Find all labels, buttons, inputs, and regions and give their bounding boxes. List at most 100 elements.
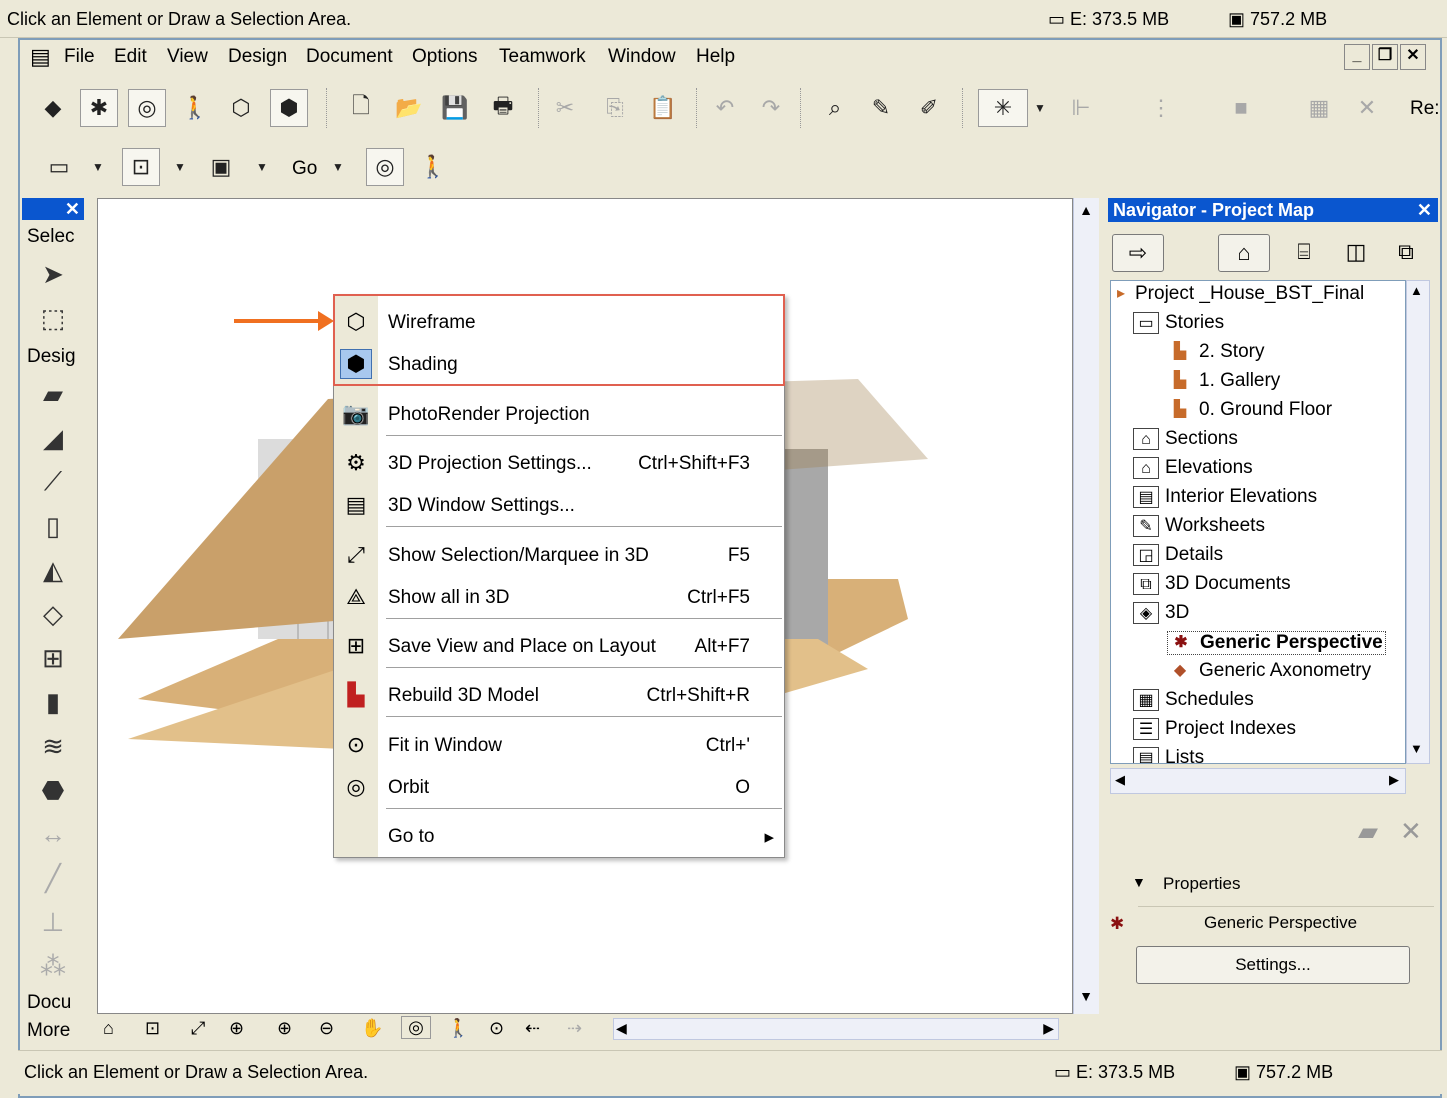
app-document-icon[interactable]: ▤ [30,44,51,70]
tree-item-story-1[interactable]: ▙ 1. Gallery [1167,370,1280,392]
toolbox-close-button[interactable]: ✕ [22,198,84,220]
scroll-down-icon[interactable]: ▼ [1076,988,1096,1004]
tree-item-elevations[interactable]: ⌂ Elevations [1133,457,1253,479]
tree-item-schedules[interactable]: ▦ Schedules [1133,689,1254,711]
tree-item-3d[interactable]: ◈ 3D [1133,602,1189,624]
marquee-options-icon[interactable]: ✳ [978,89,1028,127]
tree-item-3d-documents[interactable]: ⧉ 3D Documents [1133,573,1291,595]
menu-item-photorender[interactable]: 📷 PhotoRender Projection [334,393,784,435]
menu-edit[interactable]: Edit [114,46,147,68]
walk-icon[interactable]: 🚶 [414,148,452,186]
delete-view-icon[interactable]: ✕ [1400,816,1422,847]
close-window-button[interactable]: ✕ [1400,44,1426,70]
level-dimension-icon[interactable]: ⊥ [28,902,78,942]
object-tool-icon[interactable]: ⬣ [28,770,78,810]
chevron-down-icon[interactable]: ▼ [252,148,272,186]
go-dropdown[interactable]: Go [292,158,317,180]
align-icon[interactable]: ⊩ [1062,89,1100,127]
layer-icon[interactable]: ▦ [1300,89,1338,127]
tree-vertical-scrollbar[interactable]: ▲ ▼ [1406,280,1430,764]
wall-tool-icon[interactable]: ▰ [28,374,78,414]
walk-icon[interactable]: 🚶 [176,89,214,127]
tree-item-project[interactable]: ▸ Project _House_BST_Final [1113,283,1364,305]
save-icon[interactable]: 💾 [436,89,474,127]
arrow-tool-icon[interactable]: ➤ [28,254,78,294]
menu-design[interactable]: Design [228,46,287,68]
zoom-in-icon[interactable]: ⊕ [277,1018,292,1039]
chevron-down-icon[interactable]: ▼ [1030,89,1050,127]
tree-horizontal-scrollbar[interactable]: ◀ ▶ [1110,768,1406,794]
tree-item-worksheets[interactable]: ✎ Worksheets [1133,515,1265,537]
restore-button[interactable]: ❐ [1372,44,1398,70]
menu-file[interactable]: File [64,46,95,68]
scroll-up-icon[interactable]: ▲ [1076,202,1096,218]
figure-tool-icon[interactable]: ⁂ [28,946,78,986]
scroll-left-icon[interactable]: ◀ [1115,772,1125,788]
orbit-icon[interactable]: ◎ [366,148,404,186]
menu-item-go-to[interactable]: Go to ▸ [334,815,784,857]
zoom-out-icon[interactable]: ⊖ [319,1018,334,1039]
zoom-plus-minus-icon[interactable]: ⊕ [229,1018,244,1039]
menu-item-show-selection[interactable]: ⤢ Show Selection/Marquee in 3D F5 [334,534,784,576]
eyedropper-icon[interactable]: ✎ [862,89,900,127]
beam-tool-icon[interactable]: ⟋ [28,462,78,502]
mesh-tool-icon[interactable]: ◇ [28,594,78,634]
slab-tool-icon[interactable]: ◢ [28,418,78,458]
menu-item-fit-in-window[interactable]: ⊙ Fit in Window Ctrl+' [334,724,784,766]
dimension-tool-icon[interactable]: ↔ [28,814,78,854]
new-view-icon[interactable]: ▰ [1358,816,1378,847]
chevron-down-icon[interactable]: ▼ [328,148,348,186]
scroll-down-icon[interactable]: ▼ [1410,741,1423,756]
paste-icon[interactable]: 📋 [644,89,682,127]
menu-document[interactable]: Document [306,46,393,68]
menu-options[interactable]: Options [412,46,477,68]
orbit-icon[interactable]: ◎ [128,89,166,127]
zoom-window-icon[interactable]: ⊡ [145,1018,160,1039]
distribute-icon[interactable]: ⋮ [1142,89,1180,127]
pan-icon[interactable]: ✋ [361,1018,383,1039]
layout-book-icon[interactable]: ◫ [1336,234,1376,272]
copy-icon[interactable]: ⎘ [596,89,634,127]
layout-icon[interactable]: ▣ [202,148,240,186]
wireframe-toggle-icon[interactable]: ⬡ [222,89,260,127]
redo-icon[interactable]: ↷ [752,89,790,127]
menu-item-rebuild-3d[interactable]: ▙ Rebuild 3D Model Ctrl+Shift+R [334,674,784,716]
door-tool-icon[interactable]: ▮ [28,682,78,722]
line-tool-icon[interactable]: ╱ [28,858,78,898]
group-icon[interactable]: ■ [1222,89,1260,127]
roof-tool-icon[interactable]: ◭ [28,550,78,590]
next-zoom-icon[interactable]: ⇢ [567,1018,582,1039]
menu-item-save-view[interactable]: ⊞ Save View and Place on Layout Alt+F7 [334,625,784,667]
new-file-icon[interactable]: 🗋 [342,89,380,127]
project-map-icon[interactable]: ⌂ [1218,234,1270,272]
publisher-sets-icon[interactable]: ⧉ [1386,234,1426,272]
horizontal-scrollbar[interactable]: ◀ ▶ [613,1018,1059,1040]
tree-item-stories[interactable]: ▭ Stories [1133,312,1224,334]
menu-item-show-all[interactable]: ⟁ Show all in 3D Ctrl+F5 [334,576,784,618]
menu-item-3d-window-settings[interactable]: ▤ 3D Window Settings... [334,484,784,526]
cut-icon[interactable]: ✂ [546,89,584,127]
syringe-icon[interactable]: ✐ [910,89,948,127]
scroll-up-icon[interactable]: ▲ [1410,283,1423,298]
scroll-left-icon[interactable]: ◀ [616,1020,627,1037]
find-select-icon[interactable]: ⌕ [816,89,854,127]
menu-teamwork[interactable]: Teamwork [499,46,586,68]
minimize-button[interactable]: _ [1344,44,1370,70]
window-tool-icon[interactable]: ⊞ [28,638,78,678]
menu-window[interactable]: Window [608,46,676,68]
tree-item-generic-axonometry[interactable]: ◆ Generic Axonometry [1167,660,1371,682]
fit-icon[interactable]: ⤢ [191,1018,205,1039]
3d-window-icon[interactable]: ⊡ [122,148,160,186]
toolbox-more-label[interactable]: More [27,1020,70,1042]
tree-item-project-indexes[interactable]: ☰ Project Indexes [1133,718,1296,740]
previous-zoom-icon[interactable]: ⇠ [525,1018,540,1039]
menu-item-orbit[interactable]: ◎ Orbit O [334,766,784,808]
properties-name-field[interactable]: Generic Perspective [1138,906,1434,940]
navigator-close-button[interactable]: ✕ [1417,198,1432,222]
stair-tool-icon[interactable]: ≋ [28,726,78,766]
orbit-icon[interactable]: ◎ [401,1016,431,1039]
chevron-down-icon[interactable]: ▼ [170,148,190,186]
tree-item-sections[interactable]: ⌂ Sections [1133,428,1238,450]
viewport-vertical-scrollbar[interactable]: ▲ ▼ [1073,198,1099,1014]
menu-view[interactable]: View [167,46,208,68]
